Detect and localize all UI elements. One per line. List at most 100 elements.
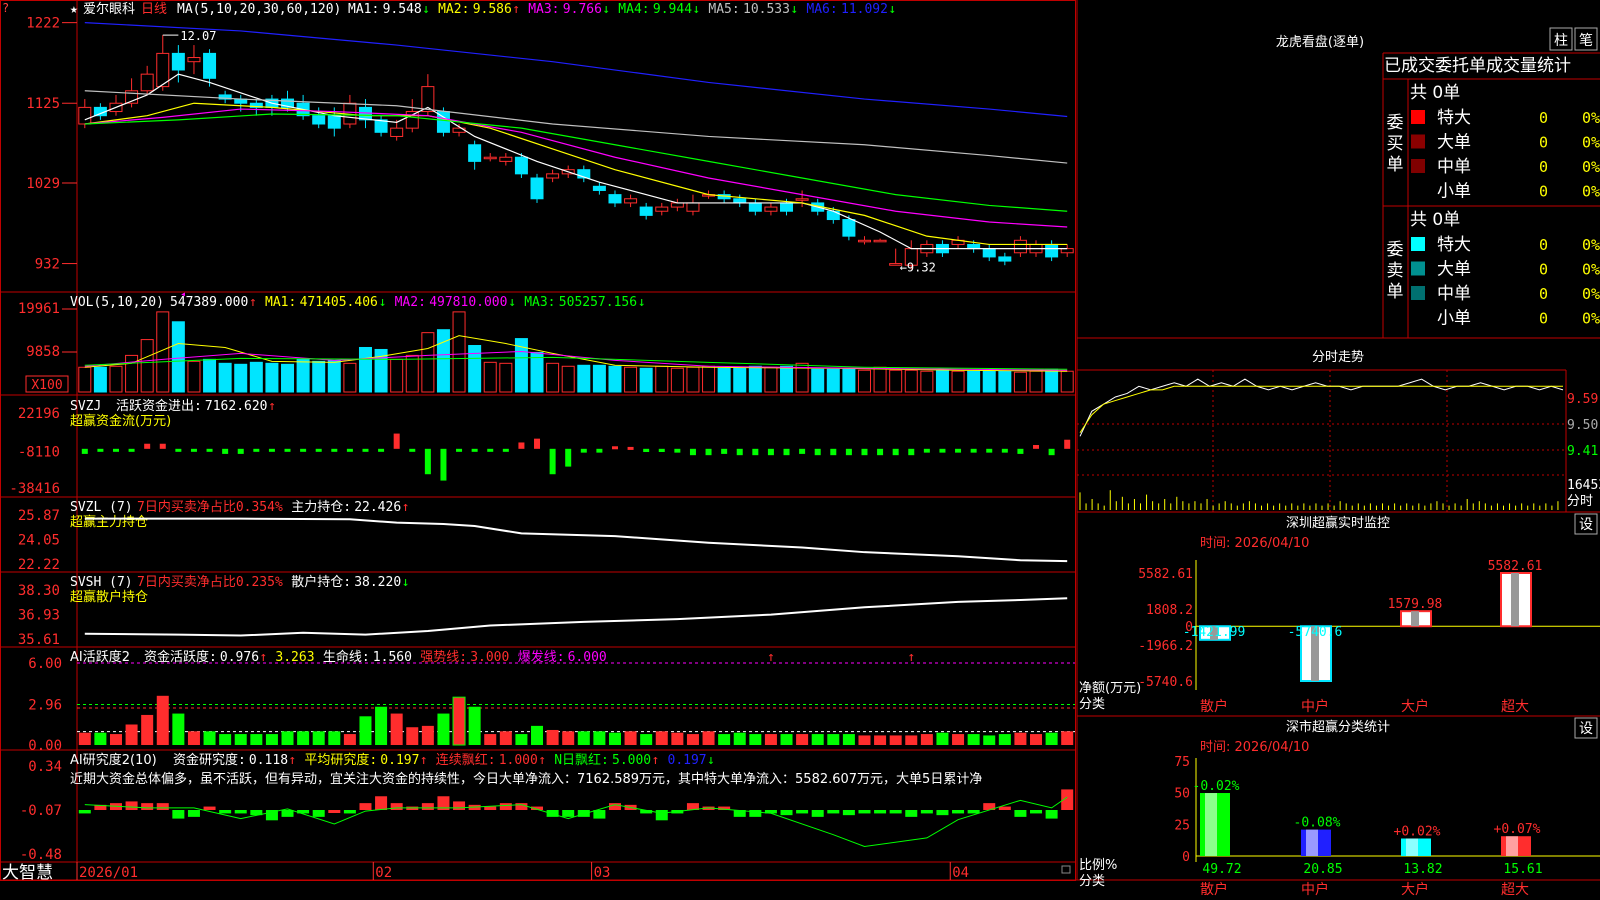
lock-icon[interactable] [1061,865,1071,874]
fund-flow-bar [378,448,385,452]
ssfl-category-label: 中户 [1301,881,1329,898]
fund-flow-bar [144,443,151,449]
date-tick-label: 02 [375,865,392,881]
fszs-tick-label: 9.50 [1567,418,1598,433]
vol-tick-label: 19961 [18,301,60,317]
ai-research-label: AI研究度2(10) [70,752,157,768]
volume-bar [499,362,513,393]
volume-bar [998,370,1012,393]
ma-item-value: 9.766 [563,2,602,17]
research-bar [281,810,294,817]
app-logo: 大智慧 [2,863,53,883]
activity-bar [889,735,902,745]
fund-flow-bar [284,448,291,452]
activity-bar [718,734,731,745]
ssfl-title: 深市超赢分类统计 [1286,719,1390,735]
ssfl-change-label: +0.02% [1394,824,1441,839]
candle [546,173,560,179]
activity-bar [577,731,590,745]
sell-row-pct: 0% [1582,310,1600,328]
ai-active-tick-label: 0.00 [28,738,62,754]
svzl-label: SVZL (7) [70,500,133,515]
activity-bar [764,734,777,745]
svzl-line [84,517,1068,563]
fund-flow-bar [580,448,587,453]
candle [1060,248,1074,254]
ai-active-tick-label: 2.96 [28,698,62,714]
volume-bar [483,361,497,393]
date-tick-label: 03 [594,865,611,881]
activity-bar [156,695,169,745]
ma-item-label: MA6: [806,2,837,17]
activity-bar [608,732,621,745]
sell-legend-swatch [1411,261,1425,276]
candle [624,198,638,204]
svsh-tick-label: 36.93 [18,608,60,624]
svsh-sub-label: 超赢散户持仓 [70,589,148,605]
candle [780,202,794,212]
fund-flow-bar [237,448,244,454]
sell-legend-swatch [1411,286,1425,300]
lhkp-view-button-label: 柱 [1554,33,1568,49]
fund-flow-bar [222,448,229,454]
fund-flow-bar [206,448,213,452]
volume-bar [1045,368,1059,393]
ssfl-value-label: 20.85 [1303,862,1342,877]
research-bar [343,810,356,814]
vol-item-arrow: ↓ [379,295,387,310]
svzj-tick-label: -38416 [9,481,60,497]
stock-chart-canvas[interactable]: ? ★ 爱尔眼科 日线 MA(5,10,20,30,60,120) MA1: 9.548 ↓ M… [0,0,1600,900]
vol-unit-label: X100 [31,378,62,393]
ssfl-value-label: 13.82 [1403,862,1442,877]
ssfl-value-label: 15.61 [1503,862,1542,877]
cursor-marker: ◂ [180,289,186,300]
fund-flow-bar [253,448,260,452]
szcy-value-label: 5582.61 [1488,559,1543,574]
ai-research-item-value: 0.197 [668,753,707,768]
ssfl-change-label: -0.02% [1193,779,1240,794]
research-bar [156,803,169,810]
fund-flow-bar [845,448,852,456]
sell-row-count: 0 [1539,285,1548,303]
fund-flow-bar [596,448,603,453]
volume-bar [265,362,279,393]
ai-research-item-label: 平均研究度: [304,752,377,768]
volume-bar [312,360,326,393]
intraday-price-line [1079,378,1564,437]
volume-bar [203,358,217,393]
ssfl-change-label: +0.07% [1494,822,1541,837]
fund-flow-bar [783,448,790,456]
svzl-item-value: 22.426 [354,500,401,515]
fund-flow-bar [409,448,416,452]
buy-row-count: 0 [1539,109,1548,127]
szcy-tick-label: 1808.2 [1146,603,1193,618]
research-bar [359,803,372,810]
sell-row-count: 0 [1539,236,1548,254]
sell-side-label: 委 [1387,240,1404,260]
activity-bar [390,713,403,745]
ma-line-ma3 [84,108,1068,228]
sell-side-label: 卖 [1387,261,1404,281]
sell-legend-swatch [1411,237,1425,251]
szcy-category-label: 散户 [1200,698,1228,715]
vol-item-value: 497810.000 [429,295,507,310]
sell-side-label: 单 [1387,282,1404,302]
candle [967,243,981,250]
activity-bar [983,735,996,745]
ai-research-item-arrow: ↓ [707,753,715,768]
activity-bar [842,734,855,745]
research-bar [203,806,216,810]
buy-side-label: 委 [1387,113,1404,133]
ma-item-label: MA2: [438,2,469,17]
fund-flow-bar [1017,448,1024,454]
candle [499,156,513,162]
szcy-bar-shade [1511,573,1519,627]
ma-item-value: 11.092 [841,2,888,17]
activity-bar [297,731,310,745]
activity-bar [343,734,356,745]
fund-flow-bar [923,448,930,453]
volume-bar [125,354,139,393]
szcy-bar-shade [1411,611,1419,627]
research-bar [1045,810,1058,819]
stock-name: 爱尔眼科 [83,2,135,17]
